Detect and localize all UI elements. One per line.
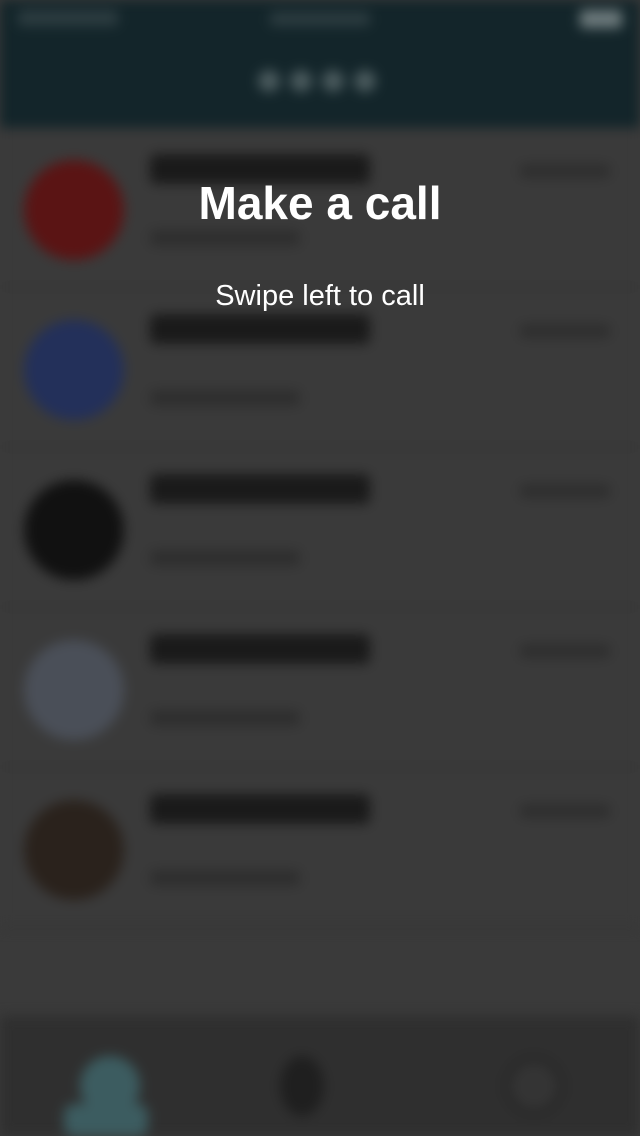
overlay-title: Make a call	[198, 177, 442, 229]
screen: Make a call Swipe left to call	[0, 0, 640, 1136]
overlay-subtitle: Swipe left to call	[215, 280, 425, 312]
tutorial-overlay[interactable]: Make a call Swipe left to call	[0, 0, 640, 1136]
